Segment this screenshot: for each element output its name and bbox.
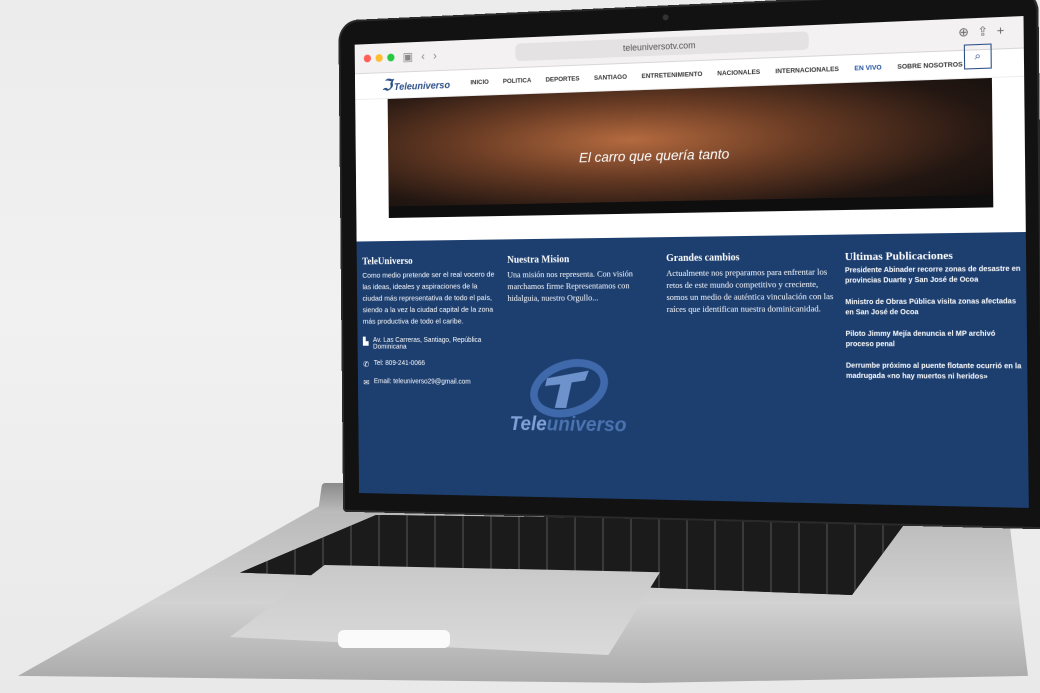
address-text: Av. Las Carreras, Santiago, República Do… bbox=[372, 337, 482, 351]
footer-about-text: Como medio pretende ser el real vocero d… bbox=[362, 269, 495, 326]
share-icon[interactable]: ⇪ bbox=[977, 23, 996, 38]
url-text: teleuniversotv.com bbox=[622, 40, 696, 54]
footer-logo-text: Teleuniverso bbox=[509, 413, 627, 437]
contact-address: ▙ Av. Las Carreras, Santiago, República … bbox=[363, 337, 501, 351]
nav-item-deportes[interactable]: DEPORTES bbox=[545, 75, 579, 83]
minimize-window-button[interactable] bbox=[375, 54, 383, 62]
search-button[interactable]: ⌕ bbox=[963, 43, 992, 70]
zoom-window-button[interactable] bbox=[387, 53, 395, 62]
laptop-lid: ▣ ‹ › teleuniversotv.com ⊕⇪+ ℑ Teleuniver… bbox=[338, 0, 1040, 530]
hero-caption: El carro que quería tanto bbox=[578, 145, 730, 166]
laptop-screen: ▣ ‹ › teleuniversotv.com ⊕⇪+ ℑ Teleuniver… bbox=[354, 16, 1029, 508]
download-icon[interactable]: ⊕ bbox=[958, 24, 977, 39]
forward-icon[interactable]: › bbox=[433, 49, 437, 63]
nav-item-nacionales[interactable]: NACIONALES bbox=[717, 68, 760, 77]
search-icon: ⌕ bbox=[974, 50, 982, 63]
nav-item-entretenimiento[interactable]: ENTRETENIMIENTO bbox=[642, 70, 703, 79]
footer-mission-title: Nuestra Mision bbox=[507, 254, 570, 266]
nav-item-internacionales[interactable]: INTERNACIONALES bbox=[775, 65, 839, 74]
nav-item-santiago[interactable]: SANTIAGO bbox=[594, 73, 627, 81]
email-text[interactable]: Email: teleuniverso29@gmail.com bbox=[374, 378, 471, 385]
logo-text: Teleuniverso bbox=[393, 80, 451, 93]
building-icon: ▙ bbox=[362, 337, 369, 346]
footer-logo: Teleuniverso bbox=[509, 357, 673, 447]
address-bar[interactable]: teleuniversotv.com bbox=[515, 31, 809, 62]
hero-image[interactable]: El carro que quería tanto bbox=[387, 77, 994, 218]
site-logo[interactable]: ℑ Teleuniverso bbox=[382, 74, 450, 96]
footer-about: TeleUniverso Como medio pretende ser el … bbox=[362, 255, 501, 388]
toolbar-actions: ⊕⇪+ bbox=[958, 23, 1013, 40]
latest-post-link[interactable]: Presidente Abinader recorre zonas de des… bbox=[845, 265, 1024, 287]
footer-mission-text: Una misión nos representa. Con visión ma… bbox=[507, 268, 633, 303]
phone-icon: ✆ bbox=[363, 360, 370, 369]
nav-item-inicio[interactable]: INICIO bbox=[470, 78, 489, 85]
sidebar-icon[interactable]: ▣ bbox=[403, 50, 413, 64]
footer-changes-text: Actualmente nos preparamos para enfrenta… bbox=[666, 266, 834, 315]
contact-email: ✉ Email: teleuniverso29@gmail.com bbox=[363, 378, 501, 388]
phone-text: Tel: 809-241-0066 bbox=[373, 360, 426, 368]
latest-post-link[interactable]: Derrumbe próximo al puente flotante ocur… bbox=[846, 362, 1025, 384]
window-controls bbox=[363, 53, 395, 63]
site-footer: TeleUniverso Como medio pretende ser el … bbox=[356, 231, 1029, 508]
footer-about-title: TeleUniverso bbox=[362, 256, 413, 268]
lid-notch bbox=[338, 630, 450, 648]
nav-item-politica[interactable]: POLITICA bbox=[503, 77, 532, 85]
nav-item-sobre-nosotros[interactable]: SOBRE NOSOTROS bbox=[897, 61, 962, 71]
new-tab-icon[interactable]: + bbox=[997, 23, 1013, 38]
nav-item-en-vivo[interactable]: EN VIVO bbox=[854, 64, 881, 72]
footer-changes: Grandes cambios Actualmente nos preparam… bbox=[666, 251, 837, 315]
close-window-button[interactable] bbox=[363, 54, 372, 63]
footer-logo-mark-icon bbox=[526, 357, 612, 419]
back-icon[interactable]: ‹ bbox=[421, 49, 425, 63]
latest-post-link[interactable]: Ministro de Obras Pública visita zonas a… bbox=[845, 297, 1024, 318]
footer-changes-title: Grandes cambios bbox=[666, 252, 740, 265]
footer-latest: Ultimas Publicaciones Presidente Abinade… bbox=[845, 249, 1026, 395]
mail-icon: ✉ bbox=[363, 378, 370, 387]
logo-mark-icon: ℑ bbox=[382, 77, 393, 95]
contact-phone: ✆ Tel: 809-241-0066 bbox=[363, 360, 501, 369]
footer-mission: Nuestra Mision Una misión nos representa… bbox=[507, 253, 651, 304]
camera bbox=[662, 14, 669, 21]
footer-latest-title: Ultimas Publicaciones bbox=[844, 249, 953, 264]
latest-post-link[interactable]: Piloto Jimmy Mejía denuncia el MP archiv… bbox=[846, 330, 1025, 351]
